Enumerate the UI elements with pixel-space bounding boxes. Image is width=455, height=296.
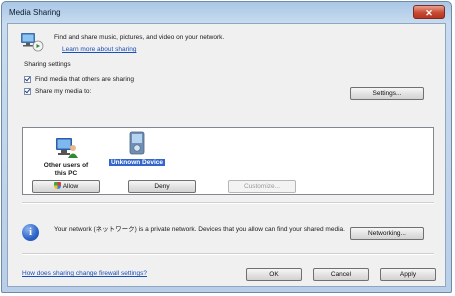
cancel-button[interactable]: Cancel [313, 268, 369, 281]
allow-button[interactable]: Allow [32, 180, 100, 193]
close-icon: ✕ [425, 8, 433, 18]
dialog-body: Find and share music, pictures, and vide… [7, 23, 446, 287]
device-label-other-users-line2: this PC [54, 170, 78, 177]
share-media-checkbox-row[interactable]: Share my media to: [24, 88, 91, 95]
firewall-settings-link[interactable]: How does sharing change firewall setting… [22, 270, 147, 277]
deny-button[interactable]: Deny [128, 180, 196, 193]
media-device-icon [129, 131, 145, 155]
device-item-other-users[interactable]: Other users of this PC [33, 136, 99, 178]
device-label-unknown: Unknown Device [108, 159, 165, 166]
device-label-other-users-line1: Other users of [43, 162, 89, 169]
ok-button[interactable]: OK [246, 268, 302, 281]
divider [22, 253, 434, 255]
users-computer-icon [56, 138, 78, 158]
networking-button[interactable]: Networking... [350, 227, 424, 240]
device-item-unknown[interactable]: Unknown Device [107, 131, 167, 167]
shield-icon [53, 182, 61, 189]
media-sharing-window: Media Sharing ✕ Find and share music, pi… [1, 1, 452, 293]
header-description: Find and share music, pictures, and vide… [54, 34, 225, 41]
sharing-settings-label: Sharing settings [24, 61, 71, 68]
close-button[interactable]: ✕ [413, 5, 445, 19]
find-media-checkbox[interactable] [24, 76, 31, 83]
apply-button[interactable]: Apply [380, 268, 436, 281]
share-media-label: Share my media to: [35, 88, 92, 95]
find-media-checkbox-row[interactable]: Find media that others are sharing [24, 76, 134, 83]
media-sharing-icon [21, 33, 44, 52]
allow-label: Allow [62, 183, 79, 190]
find-media-label: Find media that others are sharing [35, 76, 134, 83]
share-media-checkbox[interactable] [24, 88, 31, 95]
title-bar[interactable]: Media Sharing ✕ [2, 2, 451, 22]
window-title: Media Sharing [9, 8, 61, 17]
info-icon: i [22, 224, 39, 241]
network-info-text: Your network (ネットワーク) is a private netwo… [54, 226, 345, 233]
learn-more-link[interactable]: Learn more about sharing [62, 46, 136, 53]
customize-button[interactable]: Customize... [228, 180, 296, 193]
divider [22, 202, 434, 204]
settings-button[interactable]: Settings... [350, 87, 424, 100]
